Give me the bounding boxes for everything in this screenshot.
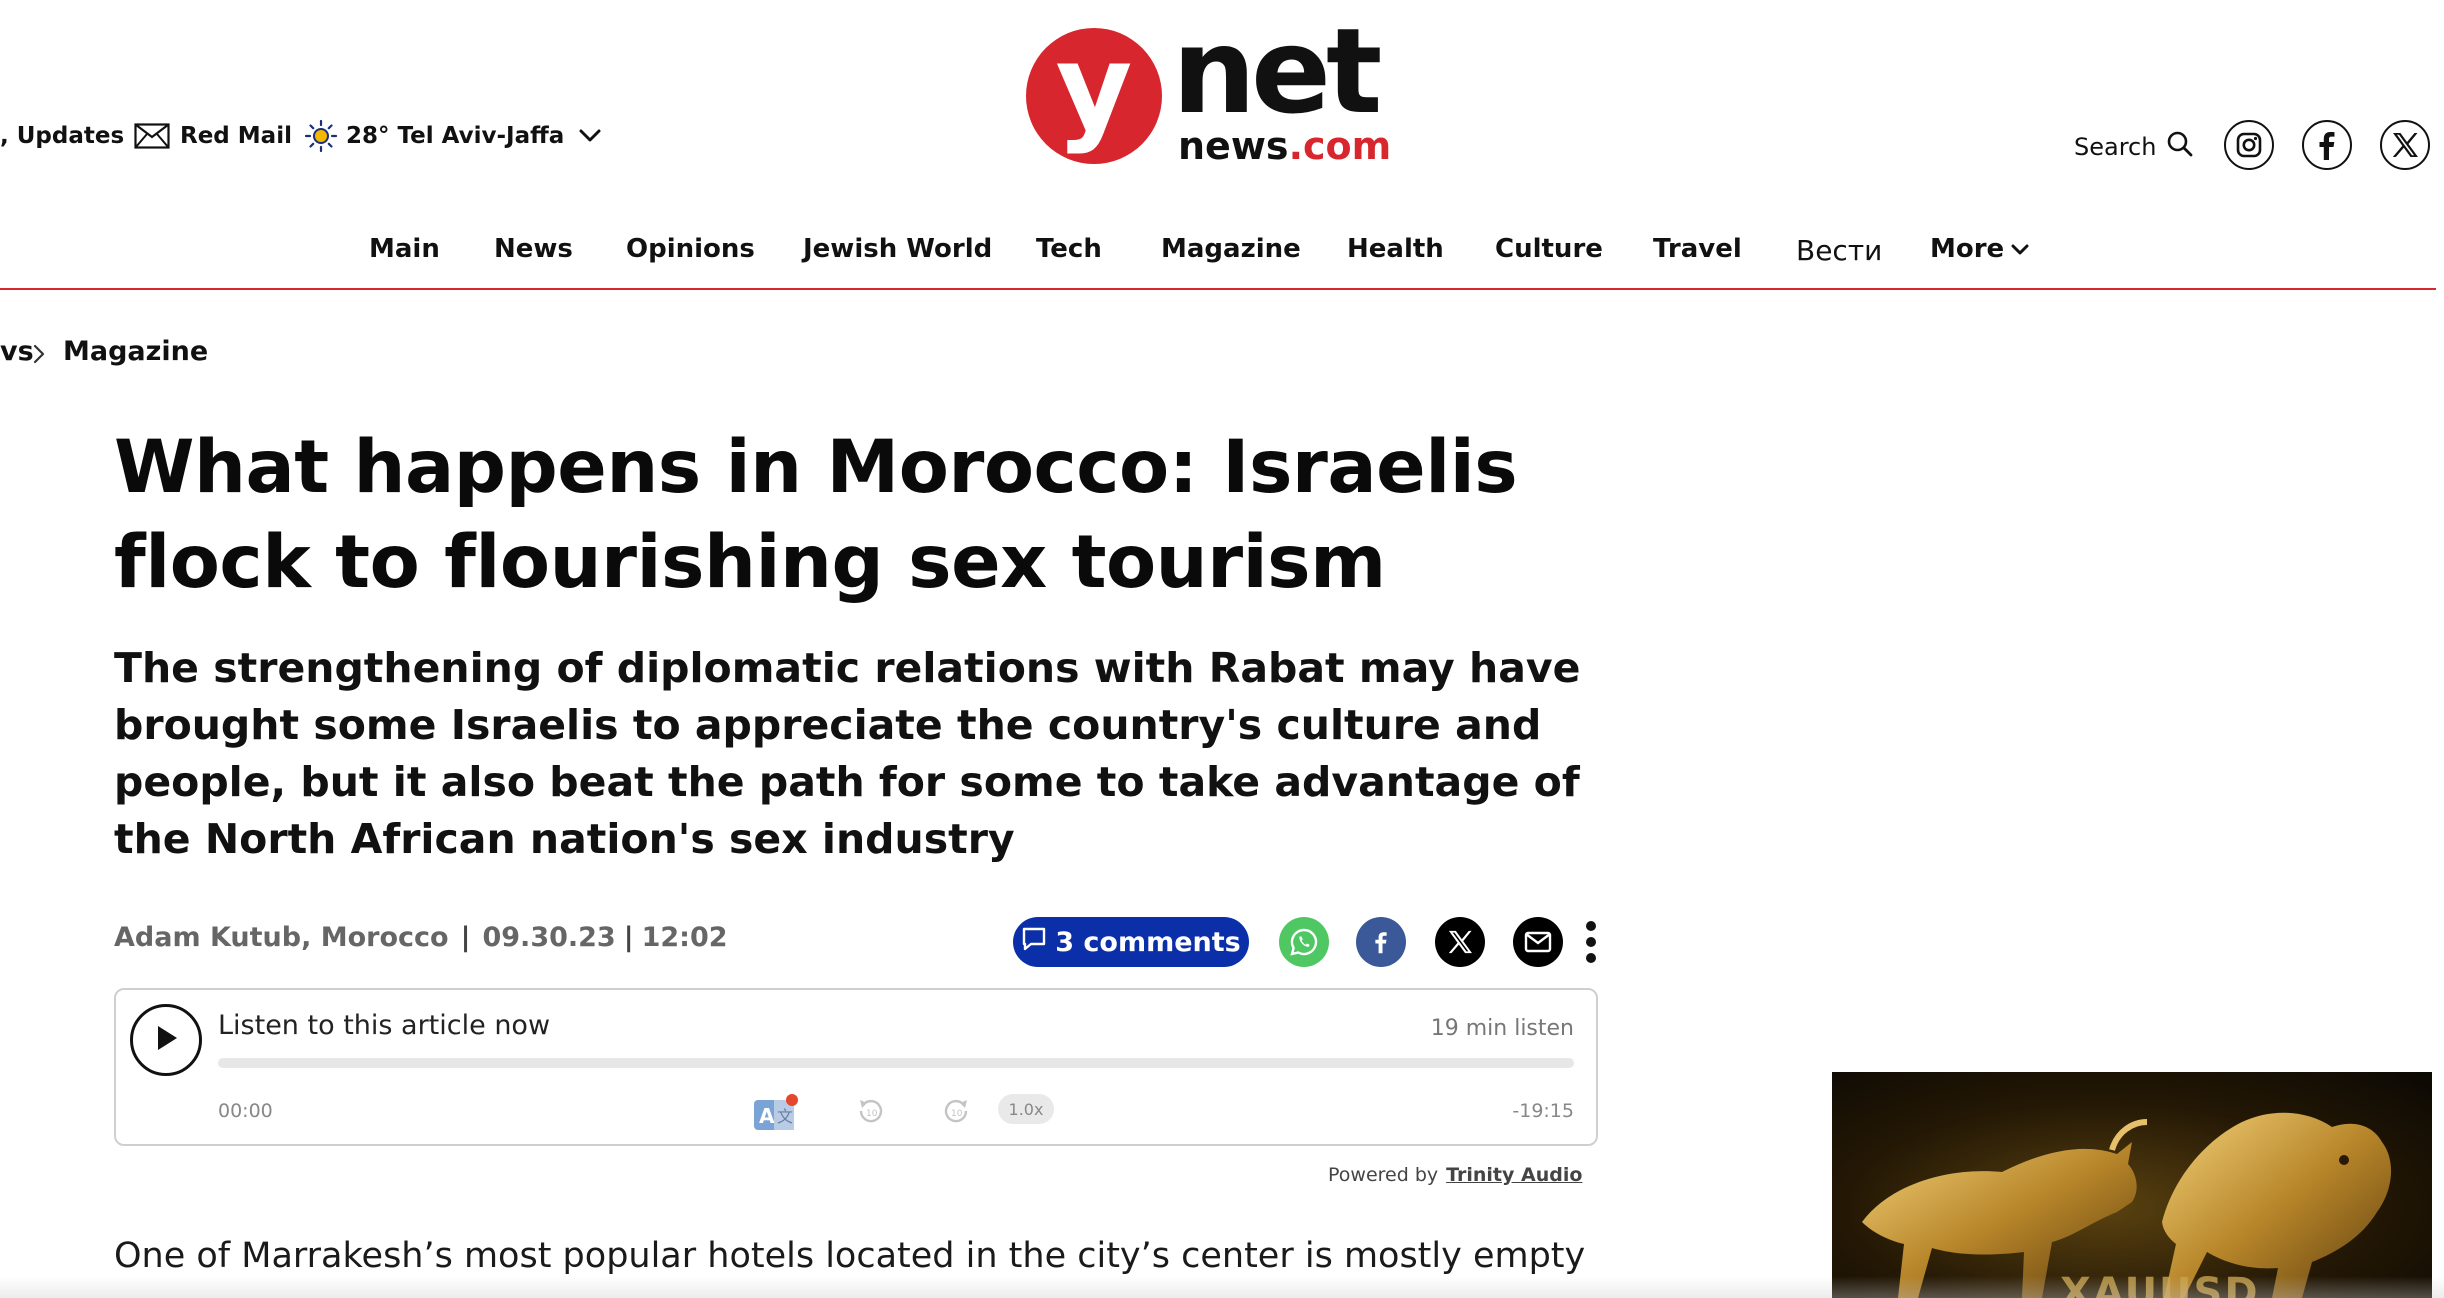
nav-item-magazine[interactable]: Magazine bbox=[1161, 234, 1301, 264]
byline-separator: | bbox=[460, 922, 471, 953]
powered-by-label: Powered by bbox=[1328, 1164, 1439, 1186]
trinity-audio-link[interactable]: Trinity Audio bbox=[1446, 1164, 1582, 1186]
publish-date: 09.30.23 bbox=[482, 922, 616, 953]
chevron-down-icon bbox=[2010, 234, 2030, 264]
player-current-time: 00:00 bbox=[218, 1100, 273, 1122]
svg-text:10: 10 bbox=[866, 1109, 878, 1119]
byline-separator: | bbox=[623, 922, 634, 953]
whatsapp-share-icon[interactable] bbox=[1279, 917, 1329, 967]
player-remaining-time: -19:15 bbox=[1512, 1100, 1574, 1122]
nav-item-tech[interactable]: Tech bbox=[1036, 234, 1102, 264]
comment-icon bbox=[1021, 926, 1047, 959]
author-name[interactable]: Adam Kutub, Morocco bbox=[114, 922, 449, 953]
facebook-icon[interactable] bbox=[2302, 120, 2352, 170]
instagram-icon[interactable] bbox=[2224, 120, 2274, 170]
nav-item-jewish-world[interactable]: Jewish World bbox=[803, 234, 992, 264]
updates-link[interactable]: , Updates bbox=[0, 118, 124, 154]
updates-label: , Updates bbox=[0, 123, 125, 149]
comments-label: 3 comments bbox=[1055, 926, 1241, 958]
x-share-icon[interactable] bbox=[1435, 917, 1485, 967]
audio-player: Listen to this article now 19 min listen… bbox=[114, 988, 1598, 1146]
publish-time: 12:02 bbox=[641, 922, 728, 953]
red-mail-link[interactable]: Red Mail bbox=[134, 118, 292, 154]
ynetnews-logo[interactable]: y net news.com bbox=[1026, 6, 1391, 168]
nav-item-health[interactable]: Health bbox=[1347, 234, 1444, 264]
chevron-down-icon bbox=[578, 128, 602, 144]
article-subheadline: The strengthening of diplomatic relation… bbox=[114, 644, 1581, 863]
nav-item-opinions[interactable]: Opinions bbox=[626, 234, 755, 264]
logo-news-text: news.com bbox=[1178, 124, 1392, 168]
email-share-icon[interactable] bbox=[1513, 917, 1563, 967]
weather-widget[interactable]: 28° Tel Aviv-Jaffa bbox=[304, 118, 564, 154]
red-mail-label: Red Mail bbox=[180, 123, 292, 149]
nav-more-label: More bbox=[1930, 234, 2005, 264]
x-twitter-icon[interactable] bbox=[2380, 120, 2430, 170]
search-icon bbox=[2166, 130, 2194, 164]
playback-speed-button[interactable]: 1.0x bbox=[998, 1094, 1054, 1124]
nav-item-news[interactable]: News bbox=[494, 234, 573, 264]
article-byline: Adam Kutub, Morocco | 09.30.23 | 12:02 bbox=[114, 922, 728, 953]
mail-icon bbox=[134, 123, 170, 149]
breadcrumb-current[interactable]: Magazine bbox=[63, 336, 208, 367]
comments-button[interactable]: 3 comments bbox=[1013, 917, 1249, 967]
logo-y-circle: y bbox=[1026, 28, 1162, 164]
play-icon bbox=[153, 1024, 179, 1056]
search-label: Search bbox=[2074, 133, 2157, 161]
breadcrumb-parent[interactable]: vs bbox=[0, 336, 34, 367]
bull-bear-illustration bbox=[1862, 1112, 2392, 1298]
svg-text:文: 文 bbox=[777, 1107, 793, 1126]
facebook-share-icon[interactable] bbox=[1356, 917, 1406, 967]
nav-divider bbox=[0, 288, 2436, 290]
article-headline: What happens in Morocco: Israelis flock … bbox=[114, 425, 1518, 605]
nav-item-main[interactable]: Main bbox=[369, 234, 440, 264]
player-duration: 19 min listen bbox=[1430, 1016, 1574, 1041]
chevron-right-icon bbox=[32, 343, 46, 369]
powered-by: Powered by Trinity Audio bbox=[1328, 1164, 1582, 1186]
nav-item-travel[interactable]: Travel bbox=[1653, 234, 1742, 264]
scroll-shade bbox=[0, 1276, 2444, 1298]
svg-text:10: 10 bbox=[951, 1109, 963, 1119]
rewind-10-icon[interactable]: 10 bbox=[856, 1096, 886, 1130]
weather-dropdown-toggle[interactable] bbox=[578, 118, 602, 154]
main-nav: Main News Opinions Jewish World Tech Mag… bbox=[0, 226, 2444, 276]
play-button[interactable] bbox=[130, 1004, 202, 1076]
translate-button[interactable]: A文 bbox=[752, 1094, 798, 1130]
translate-icon: A文 bbox=[752, 1094, 798, 1136]
nav-item-more[interactable]: More bbox=[1930, 234, 2030, 264]
player-title: Listen to this article now bbox=[218, 1010, 551, 1041]
weather-label: 28° Tel Aviv-Jaffa bbox=[346, 123, 565, 149]
sun-icon bbox=[304, 119, 338, 153]
advertisement-banner[interactable]: XAUUSD bbox=[1832, 1072, 2432, 1298]
player-progress-bar[interactable] bbox=[218, 1058, 1574, 1068]
more-options-icon[interactable] bbox=[1576, 917, 1606, 967]
svg-text:A: A bbox=[759, 1104, 775, 1128]
nav-item-vesti[interactable]: Вести bbox=[1796, 234, 1882, 267]
logo-net-text: net bbox=[1172, 2, 1382, 140]
nav-item-culture[interactable]: Culture bbox=[1495, 234, 1603, 264]
forward-10-icon[interactable]: 10 bbox=[941, 1096, 971, 1130]
search-button[interactable]: Search bbox=[2074, 130, 2194, 164]
